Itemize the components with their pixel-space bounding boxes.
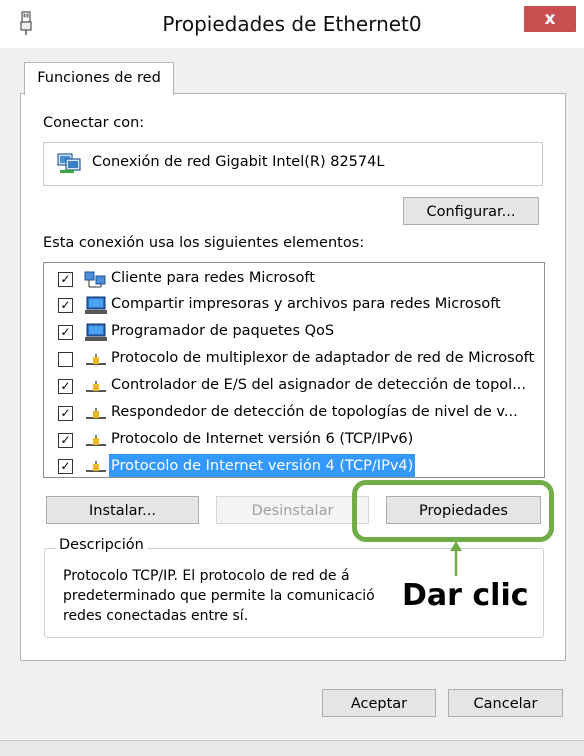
item-label: Cliente para redes Microsoft [111, 270, 315, 286]
components-list: ✓ Cliente para redes Microsoft ✓ Compart… [43, 262, 545, 478]
ok-button[interactable]: Aceptar [322, 689, 436, 717]
item-label: Programador de paquetes QoS [111, 323, 335, 339]
list-item[interactable]: ✓ Cliente para redes Microsoft [44, 267, 544, 293]
protocol-icon [86, 435, 106, 446]
description-line: predeterminado que permite la comunicaci… [63, 588, 375, 604]
protocol-icon [86, 408, 106, 419]
window-title: Propiedades de Ethernet0 [162, 12, 422, 36]
list-item[interactable]: ✓ Respondedor de detección de topologías… [44, 401, 544, 427]
protocol-icon [86, 461, 106, 472]
highlight-frame [352, 480, 554, 542]
computer-icon [85, 296, 107, 314]
checkbox[interactable]: ✓ [58, 325, 73, 340]
configure-button[interactable]: Configurar... [403, 197, 539, 225]
item-label: Protocolo de Internet versión 4 (TCP/IPv… [109, 454, 416, 477]
adapter-name: Conexión de red Gigabit Intel(R) 82574L [92, 154, 385, 170]
arrow-up-icon [450, 541, 462, 576]
item-label: Compartir impresoras y archivos para red… [111, 296, 501, 312]
list-item[interactable]: ✓ Controlador de E/S del asignador de de… [44, 374, 544, 400]
network-client-icon [84, 271, 106, 288]
description-line: redes conectadas entre sí. [63, 608, 249, 624]
checkbox[interactable]: ✓ [58, 459, 73, 474]
list-item[interactable]: ✓ Programador de paquetes QoS [44, 320, 544, 346]
checkbox[interactable]: ✓ [58, 433, 73, 448]
checkbox[interactable] [58, 352, 73, 367]
connect-label: Conectar con: [43, 115, 145, 131]
protocol-icon [86, 354, 106, 365]
uninstall-button: Desinstalar [216, 496, 369, 524]
item-label: Respondedor de detección de topologías d… [111, 404, 518, 420]
network-adapter-icon [57, 153, 81, 173]
list-item[interactable]: Protocolo de multiplexor de adaptador de… [44, 347, 544, 373]
protocol-icon [86, 381, 106, 392]
item-label: Protocolo de Internet versión 6 (TCP/IPv… [111, 431, 414, 447]
tab-funciones-de-red[interactable]: Funciones de red [24, 62, 174, 95]
description-line: Protocolo TCP/IP. El protocolo de red de… [63, 568, 350, 584]
install-button[interactable]: Instalar... [46, 496, 199, 524]
adapter-field: Conexión de red Gigabit Intel(R) 82574L [43, 142, 543, 186]
checkbox[interactable]: ✓ [58, 379, 73, 394]
checkbox[interactable]: ✓ [58, 272, 73, 287]
bottom-edge [0, 740, 584, 756]
list-item[interactable]: ✓ Protocolo de Internet versión 6 (TCP/I… [44, 428, 544, 454]
title-bar: Propiedades de Ethernet0 x [0, 0, 584, 48]
list-item[interactable]: ✓ Compartir impresoras y archivos para r… [44, 293, 544, 319]
description-text: Protocolo TCP/IP. El protocolo de red de… [63, 566, 393, 628]
checkbox[interactable]: ✓ [58, 298, 73, 313]
annotation-text: Dar clic [398, 578, 533, 613]
item-label: Controlador de E/S del asignador de dete… [111, 377, 527, 393]
computer-icon [85, 323, 107, 341]
checkbox[interactable]: ✓ [58, 406, 73, 421]
components-label: Esta conexión usa los siguientes element… [43, 235, 365, 251]
description-legend: Descripción [56, 537, 147, 553]
item-label: Protocolo de multiplexor de adaptador de… [111, 350, 535, 366]
list-item-selected[interactable]: ✓ Protocolo de Internet versión 4 (TCP/I… [44, 454, 544, 477]
close-button[interactable]: x [524, 6, 576, 32]
cancel-button[interactable]: Cancelar [448, 689, 563, 717]
